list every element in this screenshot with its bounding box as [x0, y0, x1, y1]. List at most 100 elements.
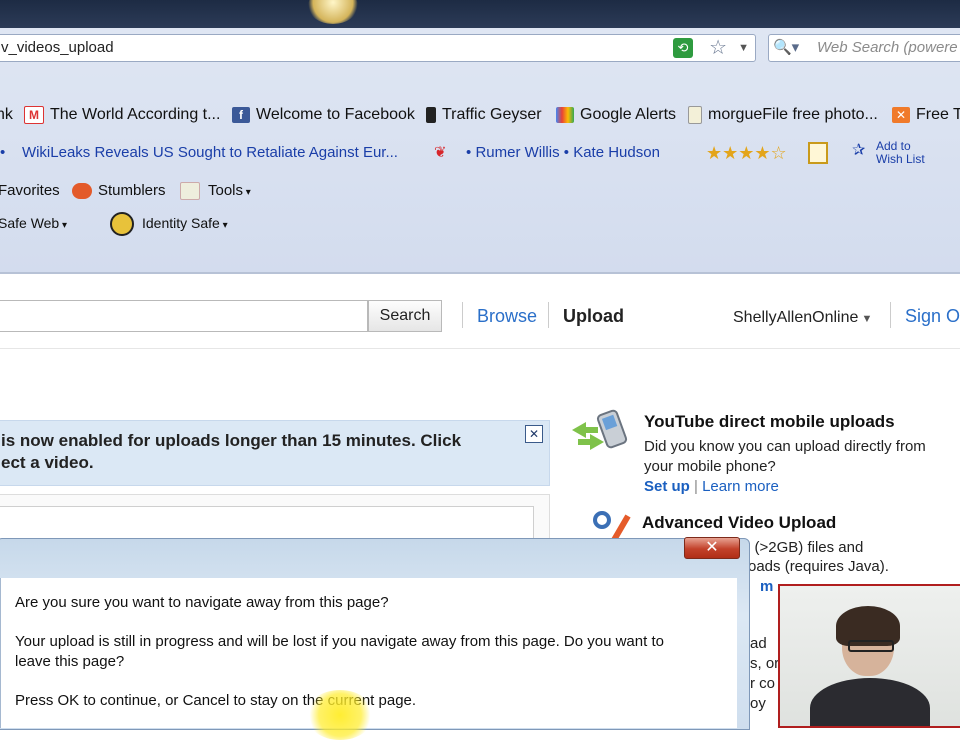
window-top-bar [0, 0, 960, 28]
bookmark-label: Google Alerts [580, 106, 677, 123]
dialog-message: leave this page? [15, 653, 125, 670]
sign-out-link[interactable]: Sign Ou [905, 302, 960, 330]
link-kate-hudson[interactable]: Kate Hudson [573, 144, 660, 161]
nav-upload-link[interactable]: Upload [563, 302, 624, 330]
identity-safe-label: Identity Safe [142, 215, 220, 231]
google-icon [556, 106, 574, 123]
set-up-link[interactable]: Set up [644, 478, 690, 495]
bookmark-facebook[interactable]: f Welcome to Facebook [232, 100, 415, 130]
favorites-label: Favorites [0, 182, 60, 199]
search-button[interactable]: Search [368, 300, 442, 332]
dialog-question: Are you sure you want to navigate away f… [15, 594, 389, 611]
bookmark-google-alerts[interactable]: Google Alerts [556, 100, 676, 130]
sidebar-partial-text: r co [750, 675, 776, 692]
nav-divider [890, 302, 891, 328]
gossip-links: • Rumer Willis • Kate Hudson [466, 138, 660, 168]
presenter-body [810, 678, 930, 726]
mobile-uploads-text: your mobile phone? [644, 458, 776, 475]
identity-safe-icon [110, 212, 134, 237]
cursor-highlight-icon [308, 0, 358, 24]
link-rumer-willis[interactable]: Rumer Willis [475, 144, 559, 161]
bookmark-label: Traffic Geyser [442, 106, 542, 123]
cursor-highlight-icon [306, 690, 374, 740]
traffic-light-icon [426, 106, 436, 123]
notice-text-line2: ect a video. [1, 453, 94, 472]
upload-notice: is now enabled for uploads longer than 1… [0, 420, 550, 486]
bookmark-traffic-geyser[interactable]: Traffic Geyser [426, 100, 542, 130]
address-bar[interactable]: v_videos_upload ⟲ ☆ ▼ [0, 34, 756, 62]
stumblers-label: Stumblers [98, 182, 166, 199]
advanced-upload-title: Advanced Video Upload [642, 513, 837, 532]
dialog-close-button[interactable]: ✕ [684, 537, 740, 559]
link-dot-icon: • [559, 144, 574, 161]
mobile-uploads-text: Did you know you can upload directly fro… [644, 438, 926, 455]
advanced-upload-text: e (>2GB) files and [742, 539, 864, 556]
link-divider: | [694, 478, 698, 495]
bow-icon: ✕ [892, 106, 910, 123]
sidebar-partial-text: s, or [750, 655, 780, 672]
mobile-uploads-title: YouTube direct mobile uploads [644, 412, 895, 431]
bookmark-morguefile[interactable]: morgueFile free photo... [688, 100, 878, 130]
link-dot-icon: • [466, 144, 472, 161]
account-menu[interactable]: ShellyAllenOnline ▼ [733, 304, 872, 333]
header-divider [0, 348, 960, 349]
facebook-icon: f [232, 106, 250, 123]
bullet-icon: • [0, 144, 6, 161]
wishlist-label: Add to Wish List [876, 139, 925, 166]
rating-stars[interactable]: ★★★★☆ [706, 138, 787, 168]
mobile-uploads-links: Set up | Learn more [644, 477, 779, 497]
share-icon[interactable]: ⟲ [673, 38, 693, 58]
nav-divider [462, 302, 463, 328]
tools-menu[interactable]: Tools ▾ [180, 176, 251, 206]
advanced-upload-text: oads (requires Java). [748, 558, 889, 575]
gmail-icon: M [24, 105, 44, 124]
web-search-input[interactable]: 🔍▾ Web Search (powere [768, 34, 960, 62]
sidebar-partial-text: ad [750, 635, 767, 652]
gossip-icon[interactable]: ❦ [434, 138, 447, 168]
url-text: v_videos_upload [1, 39, 114, 56]
search-icon: 🔍▾ [773, 39, 800, 56]
wishlist-star-icon: ✰ [852, 142, 866, 159]
webcam-overlay [778, 584, 960, 728]
bookmark-star-icon[interactable]: ☆ [709, 35, 727, 61]
page-icon [688, 105, 702, 124]
chevron-down-icon[interactable]: ▼ [738, 35, 749, 61]
username: ShellyAllenOnline [733, 309, 859, 326]
bookmark-label: morgueFile free photo... [708, 106, 878, 123]
people-icon [72, 183, 92, 200]
bookmark-item[interactable]: nk [0, 100, 13, 130]
web-search-placeholder: Web Search (powere [817, 39, 958, 56]
tools-label: Tools [208, 182, 244, 199]
bookmark-label: Free T [916, 106, 960, 123]
nav-browse-link[interactable]: Browse [477, 302, 537, 330]
advanced-upload-link[interactable]: m [760, 577, 773, 597]
bookmark-label: Welcome to Facebook [256, 106, 415, 123]
notice-text-line1: is now enabled for uploads longer than 1… [1, 431, 462, 450]
identity-safe-menu[interactable]: Identity Safe ▾ [110, 208, 228, 238]
bookmark-free[interactable]: ✕ Free T [892, 100, 960, 130]
learn-more-link[interactable]: Learn more [702, 478, 779, 495]
dialog-message: Your upload is still in progress and wil… [15, 633, 664, 650]
chevron-down-icon: ▾ [219, 220, 228, 231]
news-ticker[interactable]: • WikiLeaks Reveals US Sought to Retalia… [0, 138, 398, 168]
stumblers-menu[interactable]: Stumblers [72, 176, 166, 206]
bookmark-label: nk [0, 106, 13, 123]
chevron-down-icon: ▾ [243, 187, 251, 198]
safe-web-menu[interactable]: Safe Web ▾ [0, 208, 67, 238]
sidebar-partial-text: oy [750, 695, 766, 712]
chevron-down-icon: ▼ [858, 313, 873, 325]
youtube-search-input[interactable] [0, 300, 368, 332]
close-icon[interactable]: ✕ [525, 425, 543, 443]
mobile-phone-icon [568, 408, 632, 458]
notepad-icon[interactable] [808, 138, 828, 168]
favorites-menu[interactable]: Favorites [0, 176, 60, 206]
news-headline: WikiLeaks Reveals US Sought to Retaliate… [21, 144, 398, 161]
add-to-wish-list-button[interactable]: ✰ Add to Wish List [852, 140, 942, 168]
tools-icon [180, 182, 200, 201]
nav-divider [548, 302, 549, 328]
glasses-icon [848, 640, 894, 652]
bookmark-world-according[interactable]: M The World According t... [24, 100, 220, 130]
bookmark-label: The World According t... [50, 106, 221, 123]
safe-web-label: Safe Web [0, 215, 60, 231]
chevron-down-icon: ▾ [59, 220, 68, 231]
